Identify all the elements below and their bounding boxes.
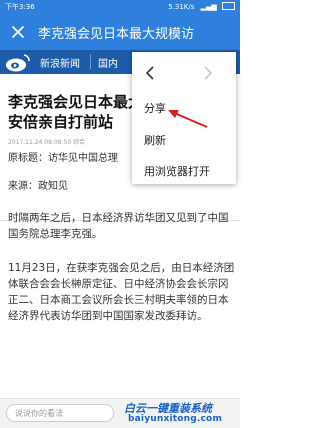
menu-item-refresh[interactable]: 刷新 — [144, 132, 166, 148]
menu-nav-row — [132, 52, 236, 94]
page-title: 李克强会见日本最大规模访 — [38, 27, 195, 42]
section-link[interactable]: 国内 — [98, 55, 118, 70]
menu-item-open-in-browser[interactable]: 用浏览器打开 — [144, 163, 210, 179]
back-icon[interactable] — [142, 65, 158, 81]
status-indicators: 5.31K/s ▂▄▆ — [168, 2, 235, 11]
article-paragraph-2: 11月23日，在获李克强会见之后，由日本经济团体联合会会长榊原定征、日中经济协会… — [8, 262, 235, 322]
nav-divider — [90, 54, 91, 69]
menu-item-share[interactable]: 分享 — [144, 100, 166, 116]
article-meta: 2017.11.24 08:08:50 综合 — [8, 139, 86, 146]
sina-logo-icon[interactable] — [4, 51, 32, 73]
network-speed: 5.31K/s — [168, 3, 195, 11]
signal-icon: ▂▄▆ — [200, 3, 217, 11]
close-icon[interactable] — [10, 24, 26, 40]
site-name-link[interactable]: 新浪新闻 — [40, 55, 80, 70]
status-time: 下午3:36 — [5, 3, 35, 11]
forward-icon[interactable] — [200, 65, 216, 81]
comment-input[interactable]: 说说你的看法 — [6, 404, 114, 422]
watermark-domain: baiyunxitong.com — [128, 414, 223, 424]
comment-bar: 说说你的看法 白云一键重装系统 baiyunxitong.com — [0, 398, 240, 428]
status-bar: 下午3:36 5.31K/s ▂▄▆ — [0, 0, 240, 14]
overflow-menu: 分享 刷新 用浏览器打开 — [132, 52, 236, 184]
title-bar: 李克强会见日本最大规模访 — [0, 14, 240, 50]
article-paragraph-1: 时隔两年之后，日本经济界访华团又见到了中国国务院总理李克强。 — [8, 212, 229, 240]
battery-icon — [222, 2, 235, 10]
